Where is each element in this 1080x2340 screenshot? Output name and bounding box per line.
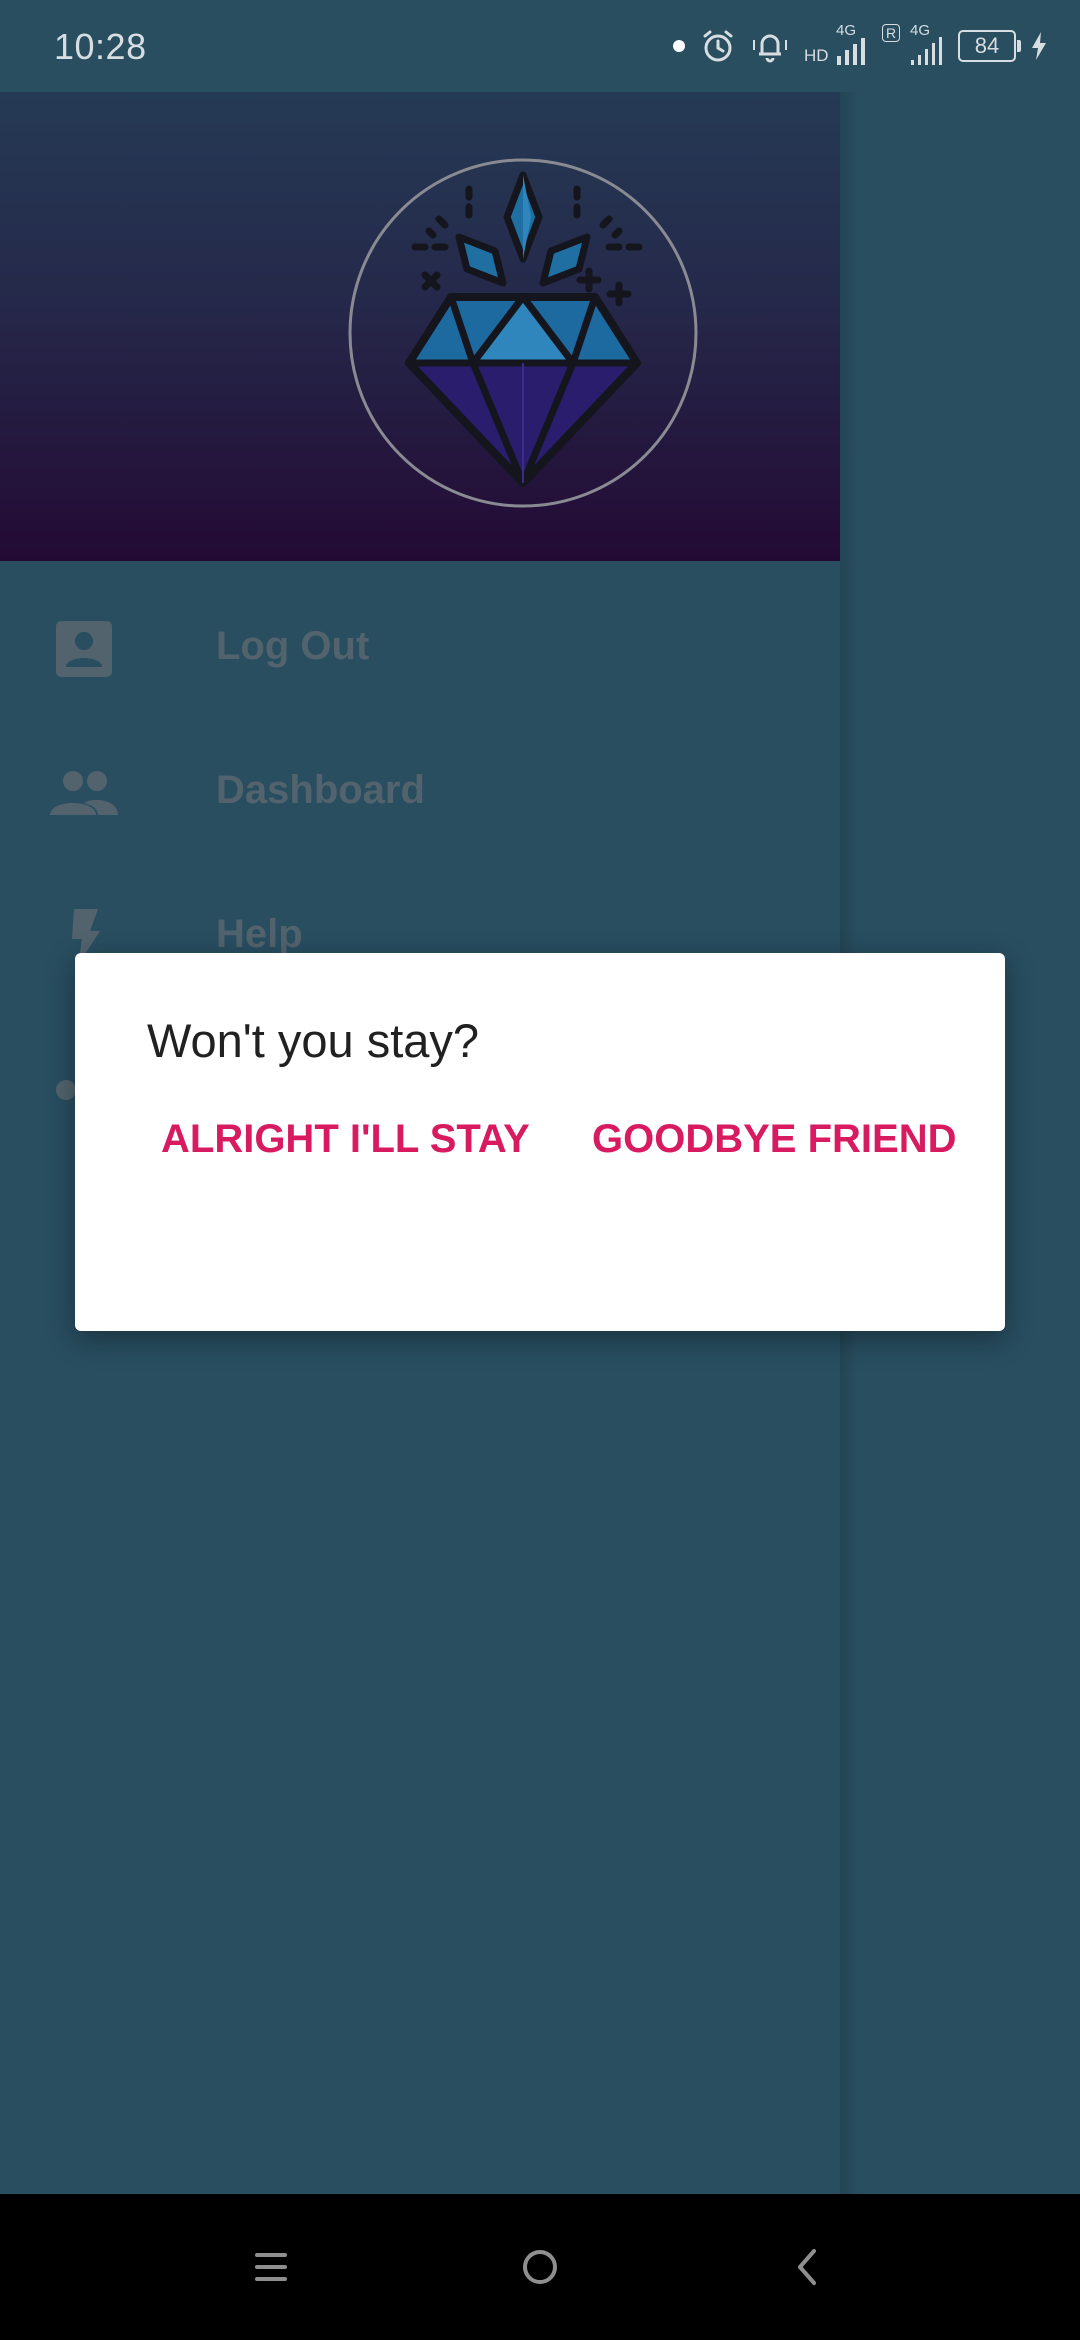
vibrate-bell-icon [753,34,787,63]
alarm-icon [703,30,733,62]
roaming-label: R [882,24,901,42]
drawer-item-label: Help [216,912,303,956]
drawer-item-partial-icon [56,1080,76,1100]
dialog-title: Won't you stay? [147,1014,480,1067]
signal-group-2: R 4G [882,22,944,68]
status-bar: 10:28 HD 4G R 4G 84 [0,0,1080,92]
charging-bolt-icon [1032,32,1046,60]
status-icons: HD 4G R 4G 84 [672,22,1048,70]
exit-confirmation-dialog: Won't you stay? ALRIGHT I'LL STAY GOODBY… [75,953,1005,1331]
account-box-icon [56,621,112,677]
drawer-item-label: Dashboard [216,768,425,812]
system-navigation-bar [0,2194,1080,2340]
status-time: 10:28 [54,26,147,67]
signal-group-1: HD 4G [804,22,868,68]
home-circle-icon[interactable] [510,2237,570,2297]
battery-level: 84 [974,33,1000,58]
notification-dot-icon [673,40,685,52]
drawer-item-dashboard[interactable]: Dashboard [0,728,840,858]
battery-indicator: 84 [958,30,1021,62]
signal-bars-2-icon [911,37,942,65]
goodbye-button[interactable]: GOODBYE FRIEND [576,1097,972,1181]
back-icon[interactable] [778,2237,838,2297]
drawer-item-logout[interactable]: Log Out [0,584,840,714]
people-icon [50,771,118,815]
app-screen: 10:28 HD 4G R 4G 84 Log Out Dashboard He… [0,0,1080,2194]
diamond-logo-icon [348,158,698,508]
stay-button[interactable]: ALRIGHT I'LL STAY [145,1097,546,1181]
drawer-header [0,92,840,561]
menu-icon[interactable] [241,2237,301,2297]
hd-label: HD [804,46,829,65]
drawer-item-label: Log Out [216,624,370,668]
signal-bars-icon [837,38,865,65]
